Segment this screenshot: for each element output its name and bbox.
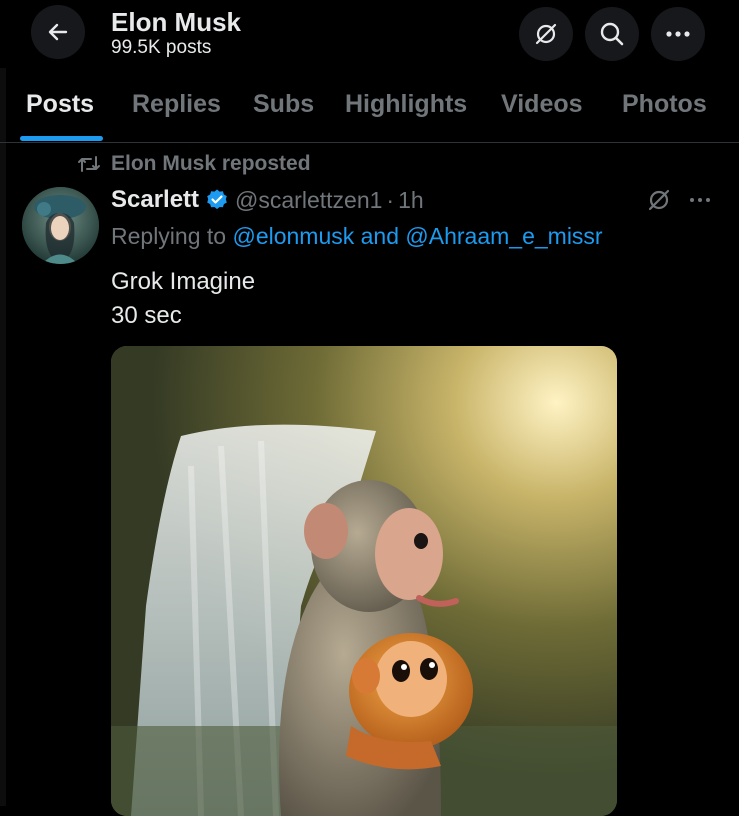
more-icon <box>690 198 710 202</box>
page-title: Elon Musk <box>111 7 242 37</box>
post-text-line: 30 sec <box>111 302 182 329</box>
replying-to: Replying to @elonmusk and @Ahraam_e_miss… <box>111 223 603 250</box>
grok-icon <box>648 189 670 211</box>
reply-mentions[interactable]: @elonmusk and @Ahraam_e_missr <box>232 223 602 249</box>
author-name[interactable]: Scarlett <box>111 186 199 214</box>
back-button[interactable] <box>31 5 85 59</box>
left-edge-strip <box>0 68 6 806</box>
grok-icon <box>535 23 557 45</box>
repost-label: Elon Musk reposted <box>111 152 311 175</box>
repost-indicator[interactable]: Elon Musk reposted <box>77 152 311 176</box>
post-timestamp[interactable]: 1h <box>398 187 424 214</box>
post-text: Grok Imagine 30 sec <box>111 265 255 333</box>
post-text-line: Grok Imagine <box>111 268 256 295</box>
tab-highlights[interactable]: Highlights <box>345 90 467 119</box>
verified-badge-icon <box>207 189 227 210</box>
avatar-image <box>22 187 99 264</box>
tab-subs[interactable]: Subs <box>253 90 314 119</box>
active-tab-indicator <box>20 136 103 141</box>
tab-photos[interactable]: Photos <box>622 90 707 119</box>
monkey-image <box>111 346 617 816</box>
grok-button[interactable] <box>519 7 573 61</box>
author-handle[interactable]: @scarlettzen1 <box>235 187 382 214</box>
tab-posts[interactable]: Posts <box>26 90 94 119</box>
repost-icon <box>78 156 100 172</box>
more-icon <box>666 31 690 37</box>
search-button[interactable] <box>585 7 639 61</box>
tab-videos[interactable]: Videos <box>501 90 583 119</box>
search-icon <box>600 22 624 46</box>
tab-replies[interactable]: Replies <box>132 90 221 119</box>
profile-header: Elon Musk 99.5K posts <box>0 0 739 68</box>
reply-prefix: Replying to <box>111 223 227 249</box>
post-media-image[interactable] <box>111 346 617 816</box>
arrow-left-icon <box>48 23 68 41</box>
post-header: Scarlett @scarlettzen1 · 1h <box>111 186 424 214</box>
post-grok-button[interactable] <box>646 187 672 218</box>
avatar[interactable] <box>22 187 99 264</box>
post-count: 99.5K posts <box>111 37 212 58</box>
post-more-button[interactable] <box>688 190 712 215</box>
header-title-block: Elon Musk 99.5K posts <box>111 7 241 59</box>
profile-tabs: Posts Replies Subs Highlights Videos Pho… <box>0 68 739 143</box>
separator: · <box>386 186 395 213</box>
more-button[interactable] <box>651 7 705 61</box>
